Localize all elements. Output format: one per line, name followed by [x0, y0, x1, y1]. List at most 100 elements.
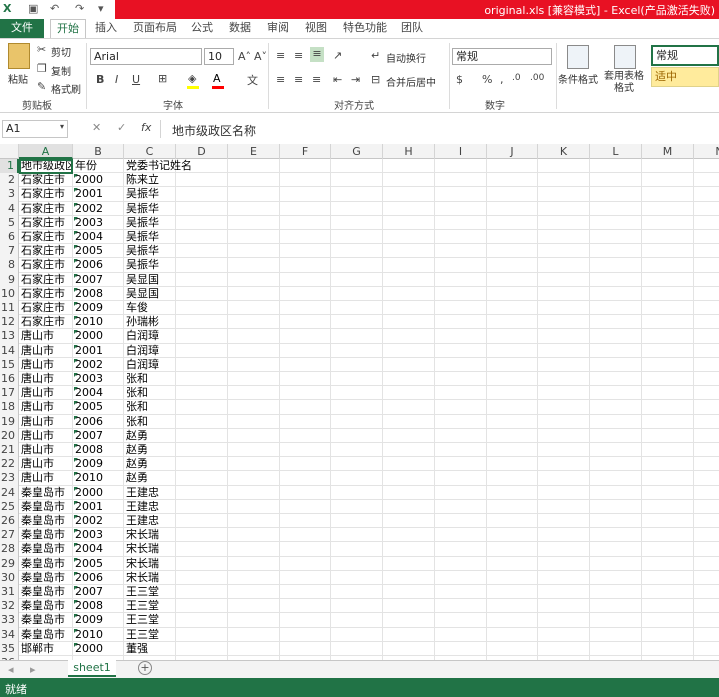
cell-a14[interactable]: 唐山市: [19, 344, 73, 358]
row-header-10[interactable]: 10: [0, 286, 19, 301]
cell-a17[interactable]: 唐山市: [19, 386, 73, 400]
cell-b18[interactable]: 2005: [73, 400, 124, 414]
cell-b3[interactable]: 2001: [73, 187, 124, 201]
cell-a23[interactable]: 唐山市: [19, 471, 73, 485]
merge-center-button[interactable]: 合并后居中: [386, 74, 436, 89]
row-header-27[interactable]: 27: [0, 528, 19, 543]
orientation-icon[interactable]: ↗: [333, 49, 342, 62]
cell-c20[interactable]: 赵勇: [124, 429, 176, 443]
cell-a11[interactable]: 石家庄市: [19, 301, 73, 315]
row-header-3[interactable]: 3: [0, 187, 19, 202]
font-size-select[interactable]: 10: [204, 48, 234, 65]
row-header-15[interactable]: 15: [0, 357, 19, 372]
paste-icon[interactable]: [8, 43, 30, 69]
cell-b7[interactable]: 2005: [73, 244, 124, 258]
worksheet-grid[interactable]: ABCDEFGHIJKLMN 1地市级政区名称年份党委书记姓名2石家庄市2000…: [0, 144, 719, 660]
next-sheet-icon[interactable]: ▸: [30, 663, 36, 676]
merge-center-icon[interactable]: ⊟: [371, 73, 380, 86]
tab-home[interactable]: 开始: [50, 19, 86, 38]
align-top-icon[interactable]: ≡: [276, 49, 285, 62]
redo-icon[interactable]: ↷: [75, 2, 84, 17]
column-header-c[interactable]: C: [124, 144, 176, 159]
row-header-33[interactable]: 33: [0, 613, 19, 628]
formula-input[interactable]: 地市级政区名称: [172, 122, 256, 139]
cell-c2[interactable]: 陈来立: [124, 173, 176, 187]
paste-button[interactable]: 粘贴: [8, 71, 28, 86]
cell-a3[interactable]: 石家庄市: [19, 187, 73, 201]
cell-c17[interactable]: 张和: [124, 386, 176, 400]
cut-icon[interactable]: ✂: [37, 43, 46, 56]
prev-sheet-icon[interactable]: ◂: [8, 663, 14, 676]
cell-b19[interactable]: 2006: [73, 415, 124, 429]
format-as-table-button[interactable]: 套用表格格式: [600, 71, 648, 95]
row-header-4[interactable]: 4: [0, 201, 19, 216]
name-box[interactable]: A1: [2, 120, 68, 138]
cell-c25[interactable]: 王建忠: [124, 500, 176, 514]
cell-c34[interactable]: 王三堂: [124, 628, 176, 642]
cell-a10[interactable]: 石家庄市: [19, 287, 73, 301]
cell-a4[interactable]: 石家庄市: [19, 202, 73, 216]
format-as-table-icon[interactable]: [614, 45, 636, 69]
font-name-select[interactable]: Arial: [90, 48, 202, 65]
cell-style-neutral[interactable]: 适中: [651, 67, 719, 87]
cell-b26[interactable]: 2002: [73, 514, 124, 528]
row-header-14[interactable]: 14: [0, 343, 19, 358]
decrease-indent-icon[interactable]: ⇤: [333, 73, 342, 86]
column-header-k[interactable]: K: [538, 144, 590, 159]
undo-icon[interactable]: ↶: [50, 2, 59, 17]
format-painter-icon[interactable]: ✎: [37, 80, 46, 93]
tab-data[interactable]: 数据: [224, 19, 256, 38]
row-header-19[interactable]: 19: [0, 414, 19, 429]
cell-a7[interactable]: 石家庄市: [19, 244, 73, 258]
column-header-a[interactable]: A: [19, 144, 73, 159]
cell-a26[interactable]: 秦皇岛市: [19, 514, 73, 528]
italic-button[interactable]: I: [115, 73, 118, 86]
cell-a20[interactable]: 唐山市: [19, 429, 73, 443]
row-header-24[interactable]: 24: [0, 485, 19, 500]
tab-file[interactable]: 文件: [0, 19, 44, 38]
insert-function-icon[interactable]: fx: [141, 121, 151, 134]
cell-b25[interactable]: 2001: [73, 500, 124, 514]
conditional-format-icon[interactable]: [567, 45, 589, 69]
cell-a35[interactable]: 邯郸市: [19, 642, 73, 656]
cell-c28[interactable]: 宋长瑞: [124, 542, 176, 556]
row-header-11[interactable]: 11: [0, 301, 19, 316]
tab-special[interactable]: 特色功能: [338, 19, 392, 38]
tab-formulas[interactable]: 公式: [186, 19, 218, 38]
cell-c6[interactable]: 吴振华: [124, 230, 176, 244]
row-header-5[interactable]: 5: [0, 215, 19, 230]
format-painter-button[interactable]: 格式刷: [51, 81, 81, 96]
column-header-i[interactable]: I: [435, 144, 487, 159]
row-header-30[interactable]: 30: [0, 570, 19, 585]
column-header-g[interactable]: G: [331, 144, 383, 159]
cell-c13[interactable]: 白润璋: [124, 329, 176, 343]
cell-c21[interactable]: 赵勇: [124, 443, 176, 457]
cell-c3[interactable]: 吴振华: [124, 187, 176, 201]
conditional-format-button[interactable]: 条件格式: [558, 71, 598, 86]
cell-c32[interactable]: 王三堂: [124, 599, 176, 613]
cell-c5[interactable]: 吴振华: [124, 216, 176, 230]
cell-b28[interactable]: 2004: [73, 542, 124, 556]
row-header-7[interactable]: 7: [0, 244, 19, 259]
cell-a29[interactable]: 秦皇岛市: [19, 557, 73, 571]
cell-b11[interactable]: 2009: [73, 301, 124, 315]
cell-style-normal[interactable]: 常规: [651, 45, 719, 66]
row-header-21[interactable]: 21: [0, 443, 19, 458]
tab-insert[interactable]: 插入: [90, 19, 122, 38]
cell-c33[interactable]: 王三堂: [124, 613, 176, 627]
customize-qat-icon[interactable]: ▾: [98, 2, 104, 17]
row-header-12[interactable]: 12: [0, 315, 19, 330]
cut-button[interactable]: 剪切: [51, 44, 71, 59]
underline-button[interactable]: U: [132, 73, 140, 86]
row-header-22[interactable]: 22: [0, 457, 19, 472]
row-header-26[interactable]: 26: [0, 514, 19, 529]
row-header-13[interactable]: 13: [0, 329, 19, 344]
cell-b14[interactable]: 2001: [73, 344, 124, 358]
cell-a18[interactable]: 唐山市: [19, 400, 73, 414]
row-header-20[interactable]: 20: [0, 428, 19, 443]
cell-c18[interactable]: 张和: [124, 400, 176, 414]
row-header-34[interactable]: 34: [0, 627, 19, 642]
cell-c16[interactable]: 张和: [124, 372, 176, 386]
tab-team[interactable]: 团队: [396, 19, 428, 38]
cell-a30[interactable]: 秦皇岛市: [19, 571, 73, 585]
